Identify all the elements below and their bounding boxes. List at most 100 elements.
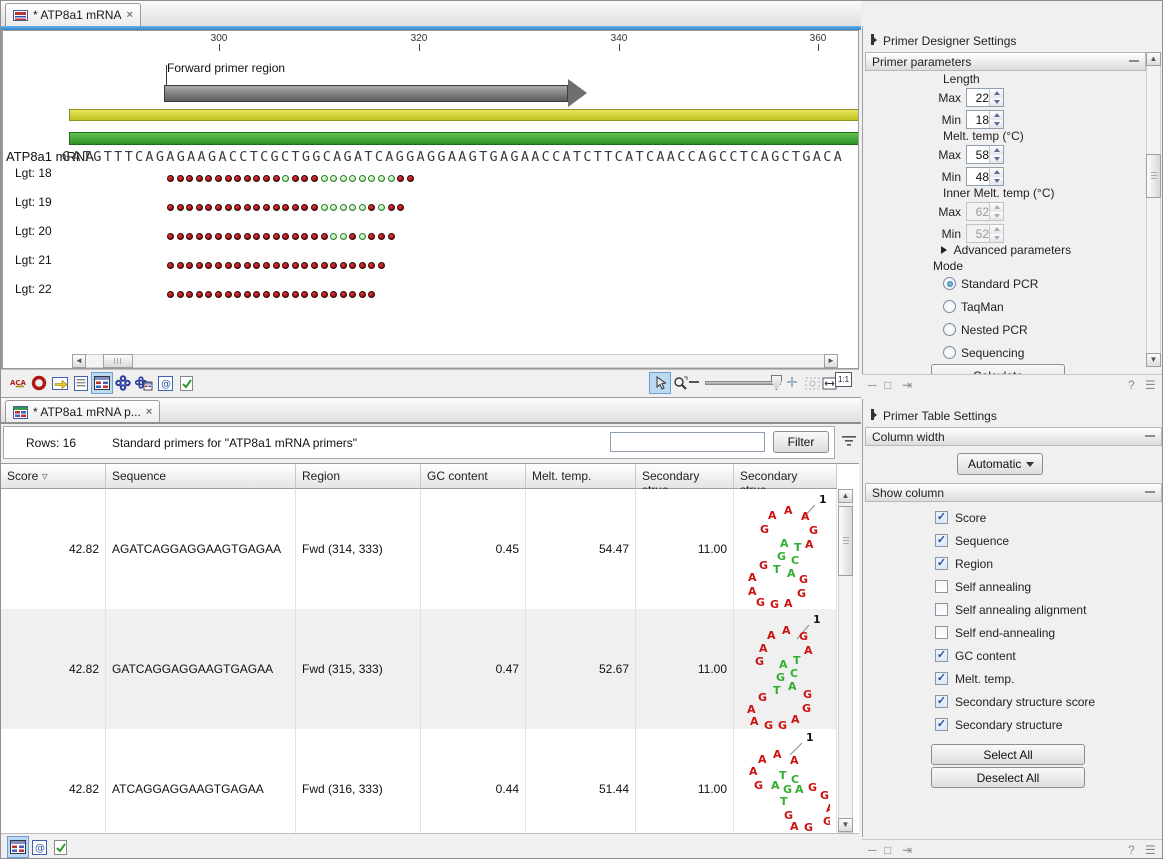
spin-up-icon[interactable] xyxy=(990,89,1003,98)
candidate-dot-red[interactable] xyxy=(196,233,203,240)
melt-temp-min-spinner[interactable]: 48 xyxy=(966,167,1004,186)
candidate-dot-red[interactable] xyxy=(330,262,337,269)
report-view-icon[interactable] xyxy=(175,372,197,394)
primer-designer-settings-header[interactable]: Primer Designer Settings xyxy=(863,30,1163,52)
spin-up-icon[interactable] xyxy=(990,146,1003,155)
graph-table-view-icon[interactable] xyxy=(133,372,155,394)
circular-view-icon[interactable] xyxy=(28,372,50,394)
candidate-dot-green[interactable] xyxy=(340,204,347,211)
cursor-tool-icon[interactable] xyxy=(649,372,671,394)
candidate-dot-red[interactable] xyxy=(273,262,280,269)
column-header-sequence[interactable]: Sequence xyxy=(106,464,296,489)
candidate-dot-green[interactable] xyxy=(349,204,356,211)
candidate-dot-green[interactable] xyxy=(330,175,337,182)
primer-table-settings-header[interactable]: Primer Table Settings xyxy=(863,405,1163,427)
checkbox-self-annealing-alignment[interactable] xyxy=(935,603,948,616)
candidate-dot-red[interactable] xyxy=(234,204,241,211)
candidate-dot-red[interactable] xyxy=(244,233,251,240)
candidate-dot-green[interactable] xyxy=(368,175,375,182)
candidate-dot-red[interactable] xyxy=(378,233,385,240)
primer-candidate-dots[interactable] xyxy=(167,198,407,216)
candidate-dot-green[interactable] xyxy=(330,233,337,240)
candidate-dot-red[interactable] xyxy=(273,291,280,298)
candidate-dot-red[interactable] xyxy=(225,262,232,269)
candidate-dot-red[interactable] xyxy=(311,262,318,269)
spin-up-icon[interactable] xyxy=(990,111,1003,120)
candidate-dot-red[interactable] xyxy=(311,175,318,182)
checkbox-secondary-structure[interactable]: ✓ xyxy=(935,718,948,731)
spin-down-icon[interactable] xyxy=(990,155,1003,164)
candidate-dot-red[interactable] xyxy=(292,233,299,240)
candidate-dot-red[interactable] xyxy=(244,175,251,182)
h-scrollbar-thumb[interactable] xyxy=(103,354,133,368)
spin-up-icon[interactable] xyxy=(990,225,1003,234)
candidate-dot-red[interactable] xyxy=(225,233,232,240)
table-v-scrollbar-thumb[interactable] xyxy=(838,506,853,576)
candidate-dot-green[interactable] xyxy=(359,233,366,240)
candidate-dot-red[interactable] xyxy=(215,291,222,298)
candidate-dot-red[interactable] xyxy=(292,291,299,298)
candidate-dot-red[interactable] xyxy=(196,204,203,211)
candidate-dot-red[interactable] xyxy=(215,262,222,269)
tab-close-icon[interactable]: × xyxy=(146,406,152,418)
zoom-out-icon[interactable] xyxy=(689,381,699,383)
candidate-dot-red[interactable] xyxy=(234,262,241,269)
report-view-icon[interactable] xyxy=(49,836,71,858)
candidate-dot-green[interactable] xyxy=(378,175,385,182)
candidate-dot-red[interactable] xyxy=(321,233,328,240)
table-scroll-down-icon[interactable]: ▼ xyxy=(838,818,853,832)
candidate-dot-red[interactable] xyxy=(205,175,212,182)
text-view-icon[interactable] xyxy=(70,372,92,394)
candidate-dot-green[interactable] xyxy=(321,175,328,182)
candidate-dot-red[interactable] xyxy=(368,291,375,298)
primer-candidate-dots[interactable] xyxy=(167,169,416,187)
candidate-dot-red[interactable] xyxy=(177,233,184,240)
table-view-icon[interactable] xyxy=(91,372,113,394)
show-column-group-header[interactable]: Show column xyxy=(865,483,1162,502)
zoom-tool-icon[interactable] xyxy=(669,372,691,394)
candidate-dot-red[interactable] xyxy=(301,291,308,298)
candidate-dot-red[interactable] xyxy=(205,291,212,298)
checkbox-melt-temp-[interactable]: ✓ xyxy=(935,672,948,685)
candidate-dot-red[interactable] xyxy=(225,204,232,211)
candidate-dot-red[interactable] xyxy=(263,204,270,211)
help-icon[interactable]: ? xyxy=(1128,378,1135,392)
table-row[interactable]: 42.82ATCAGGAGGAAGTGAGAAFwd (316, 333)0.4… xyxy=(1,729,837,833)
candidate-dot-red[interactable] xyxy=(196,291,203,298)
scroll-left-icon[interactable]: ◄ xyxy=(72,354,86,368)
candidate-dot-red[interactable] xyxy=(205,233,212,240)
candidate-dot-red[interactable] xyxy=(253,204,260,211)
zoom-slider-track[interactable] xyxy=(705,381,781,385)
column-header-score[interactable]: Score ▿ xyxy=(1,464,106,489)
column-header-secondary-struc-[interactable]: Secondary struc... xyxy=(734,464,837,489)
panel-menu-icon[interactable]: ☰ xyxy=(1145,378,1156,392)
tab-close-icon[interactable]: × xyxy=(126,9,132,21)
candidate-dot-red[interactable] xyxy=(368,262,375,269)
spin-up-icon[interactable] xyxy=(990,203,1003,212)
candidate-dot-green[interactable] xyxy=(282,175,289,182)
candidate-dot-red[interactable] xyxy=(177,291,184,298)
candidate-dot-red[interactable] xyxy=(186,175,193,182)
candidate-dot-red[interactable] xyxy=(167,262,174,269)
candidate-dot-red[interactable] xyxy=(349,233,356,240)
column-width-dropdown[interactable]: Automatic xyxy=(957,453,1043,475)
candidate-dot-red[interactable] xyxy=(359,262,366,269)
history-view-icon[interactable]: @ xyxy=(28,836,50,858)
candidate-dot-red[interactable] xyxy=(349,291,356,298)
candidate-dot-red[interactable] xyxy=(186,262,193,269)
candidate-dot-red[interactable] xyxy=(167,291,174,298)
scroll-up-icon[interactable]: ▲ xyxy=(1146,52,1161,66)
deselect-all-button[interactable]: Deselect All xyxy=(931,767,1085,788)
candidate-dot-red[interactable] xyxy=(177,175,184,182)
candidate-dot-red[interactable] xyxy=(301,175,308,182)
dock-panel-icon[interactable]: ⇥ xyxy=(902,378,912,392)
advanced-filter-icon[interactable] xyxy=(841,433,857,449)
candidate-dot-green[interactable] xyxy=(340,175,347,182)
candidate-dot-red[interactable] xyxy=(205,204,212,211)
checkbox-secondary-structure-score[interactable]: ✓ xyxy=(935,695,948,708)
candidate-dot-red[interactable] xyxy=(301,204,308,211)
spin-down-icon[interactable] xyxy=(990,98,1003,107)
spinner-buttons[interactable] xyxy=(989,146,1003,163)
candidate-dot-red[interactable] xyxy=(368,204,375,211)
candidate-dot-red[interactable] xyxy=(167,204,174,211)
